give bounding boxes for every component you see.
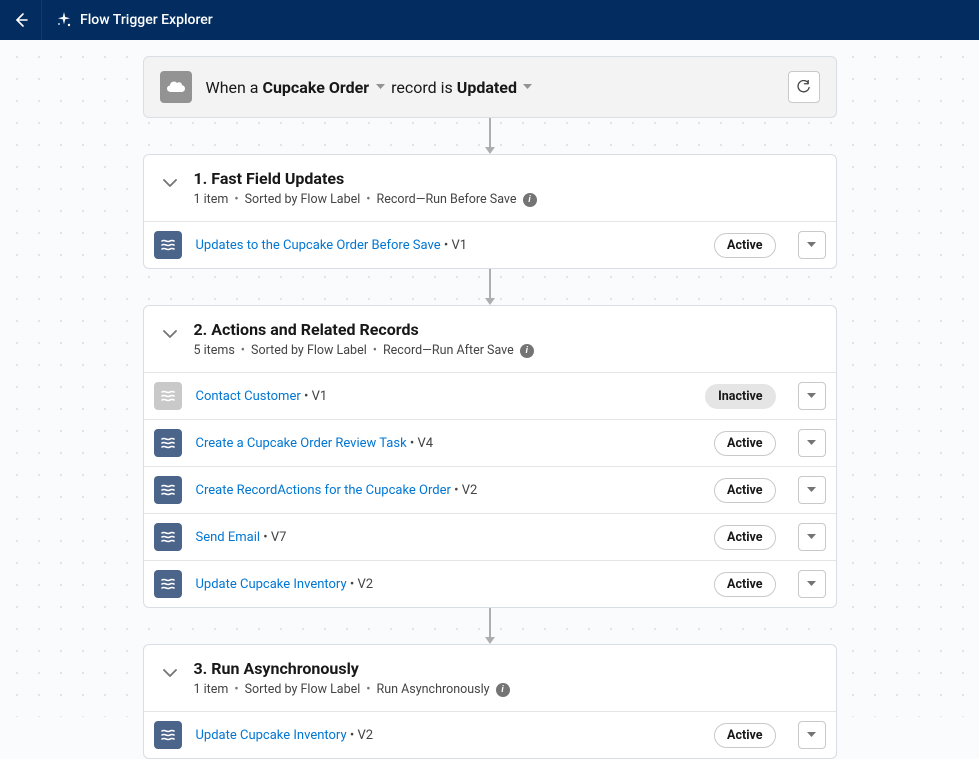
canvas: When a Cupcake Order record is Updated 1… — [0, 40, 979, 717]
section-meta: 1 item•Sorted by Flow Label•Run Asynchro… — [194, 682, 510, 697]
flow-label-wrap: Update Cupcake Inventory • V2 — [196, 728, 374, 743]
context-label: Record—Run Before Save — [377, 192, 517, 207]
flow-row: Updates to the Cupcake Order Before Save… — [144, 221, 836, 268]
info-icon[interactable]: i — [520, 344, 534, 358]
info-icon[interactable]: i — [523, 193, 537, 207]
section-card: 1. Fast Field Updates 1 item•Sorted by Fl… — [143, 154, 837, 269]
status-badge: Active — [714, 572, 775, 597]
trigger-mid: record is — [391, 78, 453, 97]
flow-icon — [154, 429, 182, 457]
flow-version: • V1 — [444, 238, 467, 253]
event-dropdown[interactable] — [523, 82, 533, 92]
row-menu-button[interactable] — [798, 570, 826, 598]
status-badge: Active — [714, 723, 775, 748]
refresh-button[interactable] — [788, 71, 820, 103]
row-menu-button[interactable] — [798, 429, 826, 457]
connector-arrow — [143, 118, 837, 154]
flow-link[interactable]: Update Cupcake Inventory — [196, 728, 347, 743]
trigger-event: Updated — [457, 78, 517, 97]
context-label: Record—Run After Save — [383, 343, 514, 358]
flow-row: Contact Customer • V1 Inactive — [144, 372, 836, 419]
object-dropdown[interactable] — [375, 82, 385, 92]
item-count: 1 item — [194, 192, 229, 207]
trigger-prefix: When a — [206, 78, 259, 97]
section-title: 3. Run Asynchronously — [194, 659, 510, 678]
section-card: 3. Run Asynchronously 1 item•Sorted by Fl… — [143, 644, 837, 759]
flow-version: • V2 — [350, 728, 373, 743]
flow-version: • V2 — [454, 483, 477, 498]
flow-version: • V7 — [263, 530, 286, 545]
page-title: Flow Trigger Explorer — [80, 12, 213, 28]
row-menu-button[interactable] — [798, 231, 826, 259]
flow-link[interactable]: Create a Cupcake Order Review Task — [196, 436, 407, 451]
trigger-text: When a Cupcake Order record is Updated — [206, 78, 535, 97]
section-title: 2. Actions and Related Records — [194, 320, 534, 339]
flow-row: Update Cupcake Inventory • V2 Active — [144, 560, 836, 607]
row-menu-button[interactable] — [798, 523, 826, 551]
flow-row: Create a Cupcake Order Review Task • V4 A… — [144, 419, 836, 466]
flow-version: • V4 — [410, 436, 433, 451]
flow-label-wrap: Updates to the Cupcake Order Before Save… — [196, 238, 468, 253]
row-menu-button[interactable] — [798, 721, 826, 749]
flow-icon — [154, 570, 182, 598]
flow-icon — [154, 476, 182, 504]
flow-link[interactable]: Send Email — [196, 530, 261, 545]
collapse-toggle[interactable] — [160, 324, 180, 344]
sort-label: Sorted by Flow Label — [245, 192, 361, 207]
flow-link[interactable]: Create RecordActions for the Cupcake Ord… — [196, 483, 451, 498]
flow-icon — [154, 231, 182, 259]
flow-link[interactable]: Contact Customer — [196, 389, 301, 404]
collapse-toggle[interactable] — [160, 663, 180, 683]
section-header: 1. Fast Field Updates 1 item•Sorted by Fl… — [144, 155, 836, 221]
flow-label-wrap: Create RecordActions for the Cupcake Ord… — [196, 483, 478, 498]
flow-label-wrap: Update Cupcake Inventory • V2 — [196, 577, 374, 592]
sort-label: Sorted by Flow Label — [251, 343, 367, 358]
status-badge: Active — [714, 431, 775, 456]
flow-row: Create RecordActions for the Cupcake Ord… — [144, 466, 836, 513]
cloud-icon — [160, 71, 192, 103]
flow-link[interactable]: Updates to the Cupcake Order Before Save — [196, 238, 441, 253]
trigger-card: When a Cupcake Order record is Updated — [143, 56, 837, 118]
collapse-toggle[interactable] — [160, 173, 180, 193]
flow-row: Send Email • V7 Active — [144, 513, 836, 560]
section-meta: 1 item•Sorted by Flow Label•Record—Run B… — [194, 192, 537, 207]
flow-label-wrap: Send Email • V7 — [196, 530, 287, 545]
row-menu-button[interactable] — [798, 382, 826, 410]
item-count: 5 items — [194, 343, 235, 358]
row-menu-button[interactable] — [798, 476, 826, 504]
topbar-title-wrap: Flow Trigger Explorer — [42, 12, 227, 28]
back-button[interactable] — [0, 0, 42, 40]
flow-label-wrap: Create a Cupcake Order Review Task • V4 — [196, 436, 434, 451]
arrow-left-icon — [13, 12, 29, 28]
section-header: 3. Run Asynchronously 1 item•Sorted by Fl… — [144, 645, 836, 711]
connector-arrow — [143, 608, 837, 644]
flow-version: • V1 — [304, 389, 327, 404]
section-title: 1. Fast Field Updates — [194, 169, 537, 188]
status-badge: Active — [714, 525, 775, 550]
topbar: Flow Trigger Explorer — [0, 0, 979, 40]
status-badge: Active — [714, 233, 775, 258]
section-card: 2. Actions and Related Records 5 items•So… — [143, 305, 837, 608]
context-label: Run Asynchronously — [377, 682, 490, 697]
info-icon[interactable]: i — [496, 683, 510, 697]
flow-icon — [154, 721, 182, 749]
refresh-icon — [796, 80, 811, 95]
flow-icon — [154, 382, 182, 410]
item-count: 1 item — [194, 682, 229, 697]
flow-version: • V2 — [350, 577, 373, 592]
flow-label-wrap: Contact Customer • V1 — [196, 389, 328, 404]
section-header: 2. Actions and Related Records 5 items•So… — [144, 306, 836, 372]
status-badge: Inactive — [705, 384, 775, 409]
flow-link[interactable]: Update Cupcake Inventory — [196, 577, 347, 592]
sparkle-icon — [56, 12, 72, 28]
connector-arrow — [143, 269, 837, 305]
flow-row: Update Cupcake Inventory • V2 Active — [144, 711, 836, 758]
status-badge: Active — [714, 478, 775, 503]
flow-icon — [154, 523, 182, 551]
section-meta: 5 items•Sorted by Flow Label•Record—Run … — [194, 343, 534, 358]
trigger-object: Cupcake Order — [263, 78, 370, 97]
sort-label: Sorted by Flow Label — [245, 682, 361, 697]
